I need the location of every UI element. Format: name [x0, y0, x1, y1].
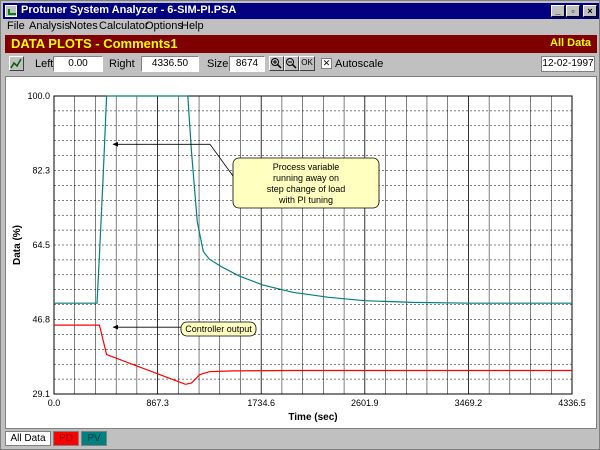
x-tick-label: 0.0 — [48, 398, 61, 408]
right-input[interactable]: 4336.50 — [141, 56, 199, 72]
tab-pd[interactable]: PD — [53, 431, 79, 446]
zoom-out-icon[interactable] — [284, 56, 299, 71]
x-tick-label: 867.3 — [146, 398, 169, 408]
series-line-1 — [54, 324, 572, 385]
left-label: Left — [35, 58, 54, 70]
plot-area[interactable]: 0.0 867.3 1734.6 2601.9 3469.2 4336.5 100.0 82.… — [5, 76, 597, 429]
size-input[interactable]: 8674 — [229, 56, 265, 72]
annotation-text: with PI tuning — [278, 195, 333, 205]
annotation-text: Process variable — [273, 162, 340, 172]
zoom-out-glyph — [286, 58, 297, 69]
y-tick-label: 100.0 — [27, 91, 50, 101]
plot-toolbar: Left 0.00 Right 4336.50 Size 8674 OK ✕ A… — [5, 55, 597, 73]
autoscale-label: Autoscale — [335, 58, 384, 70]
annotations: Process variablerunning away onstep chan… — [112, 141, 380, 337]
app-window: Protuner System Analyzer - 6-SIM-PI.PSA … — [0, 0, 600, 450]
minimize-button[interactable]: _ — [551, 5, 565, 17]
plot-title: DATA PLOTS - Comments1 — [11, 36, 178, 51]
annotation-text: running away on — [273, 173, 339, 183]
menu-analysis[interactable]: Analysis — [29, 20, 70, 32]
title-bar[interactable]: Protuner System Analyzer - 6-SIM-PI.PSA … — [3, 3, 599, 19]
menu-help[interactable]: Help — [181, 20, 204, 32]
line-chart[interactable]: 0.0 867.3 1734.6 2601.9 3469.2 4336.5 100.0 82.… — [6, 77, 596, 428]
data-set-label: All Data — [550, 37, 591, 49]
x-tick-label: 3469.2 — [455, 398, 483, 408]
y-axis-label: Data (%) — [12, 225, 23, 265]
app-icon[interactable] — [5, 5, 17, 17]
y-tick-label: 29.1 — [32, 389, 50, 399]
menu-options[interactable]: Options — [145, 20, 183, 32]
ok-button[interactable]: OK — [299, 56, 315, 71]
chart-icon[interactable] — [9, 56, 24, 71]
tab-all-data[interactable]: All Data — [5, 431, 51, 446]
autoscale-checkbox[interactable]: ✕ — [321, 58, 332, 69]
x-tick-label: 4336.5 — [558, 398, 586, 408]
menu-notes[interactable]: Notes — [69, 20, 98, 32]
menu-bar: File Analysis Notes Calculator Options H… — [3, 19, 599, 33]
plot-header: DATA PLOTS - Comments1 All Data — [5, 35, 597, 53]
restore-button[interactable]: ▫ — [566, 5, 580, 17]
y-tick-label: 82.3 — [32, 166, 50, 176]
left-input[interactable]: 0.00 — [53, 56, 103, 72]
data-tabs: All Data PD PV — [5, 431, 597, 447]
tick-labels: 0.0 867.3 1734.6 2601.9 3469.2 4336.5 100.0 82.… — [27, 91, 585, 408]
x-tick-label: 2601.9 — [351, 398, 379, 408]
menu-file[interactable]: File — [7, 20, 25, 32]
y-tick-label: 46.8 — [32, 315, 50, 325]
grid-lines — [53, 95, 573, 395]
menu-calculator[interactable]: Calculator — [99, 20, 149, 32]
y-tick-label: 64.5 — [32, 240, 50, 250]
date-field: 12-02-1997 — [541, 56, 595, 72]
x-axis-label: Time (sec) — [288, 412, 337, 423]
right-label: Right — [109, 58, 135, 70]
zoom-in-icon[interactable] — [269, 56, 284, 71]
annotation-text: Controller output — [185, 324, 252, 334]
annotation-arrow — [112, 141, 234, 177]
series-layer — [54, 95, 572, 385]
window-title: Protuner System Analyzer - 6-SIM-PI.PSA — [21, 4, 237, 16]
close-button[interactable]: × — [583, 5, 597, 17]
chart-icon-glyph — [10, 58, 22, 69]
size-label: Size — [207, 58, 229, 70]
zoom-in-glyph — [271, 58, 282, 69]
annotation-text: step change of load — [267, 184, 346, 194]
x-tick-label: 1734.6 — [247, 398, 275, 408]
tab-pv[interactable]: PV — [81, 431, 107, 446]
